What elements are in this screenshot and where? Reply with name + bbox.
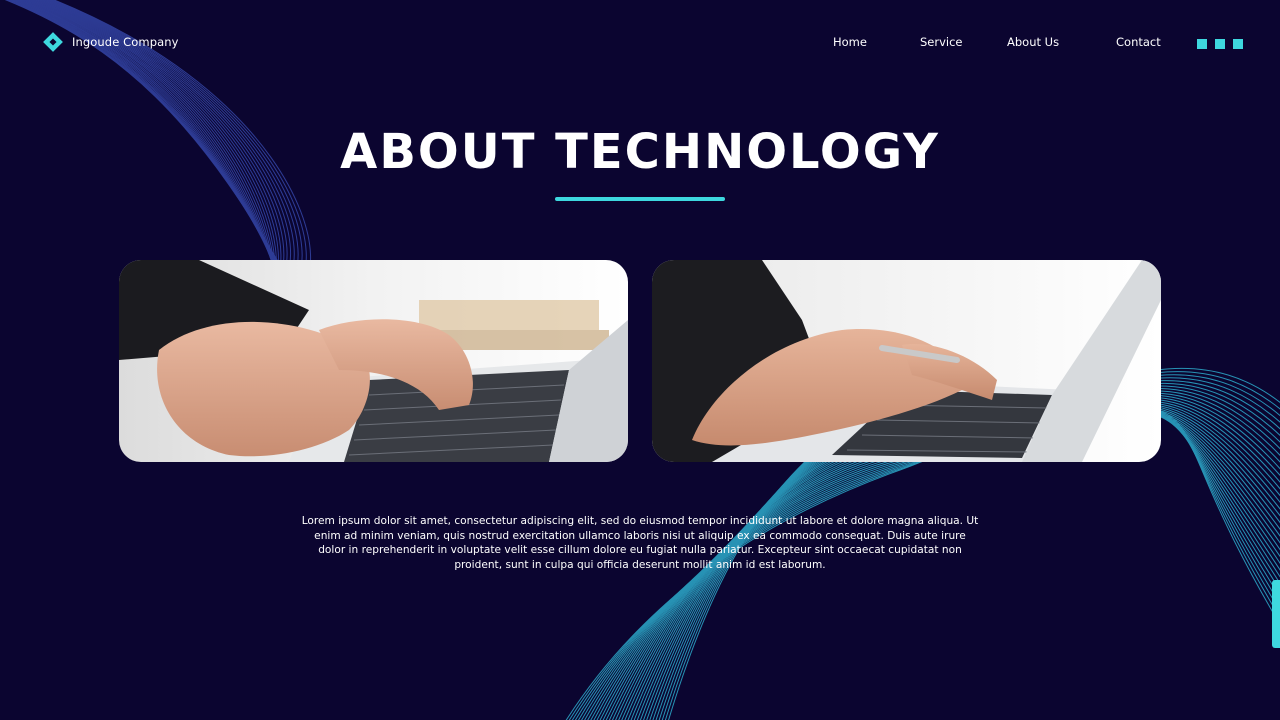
- dot: [1215, 39, 1225, 49]
- brand-name: Ingoude Company: [72, 35, 179, 49]
- dot: [1233, 39, 1243, 49]
- about-description: Lorem ipsum dolor sit amet, consectetur …: [301, 515, 979, 571]
- diamond-logo-icon: [42, 31, 64, 53]
- page-title: ABOUT TECHNOLOGY: [340, 124, 940, 180]
- laptop-typing-photo: [119, 260, 628, 462]
- title-underline: [555, 197, 725, 201]
- top-header: Ingoude Company Home Service About Us Co…: [0, 0, 1280, 86]
- dot: [1197, 39, 1207, 49]
- laptop-pen-photo: [652, 260, 1161, 462]
- menu-dots-icon[interactable]: [1197, 39, 1243, 49]
- nav-service[interactable]: Service: [920, 35, 963, 49]
- nav-home[interactable]: Home: [833, 35, 867, 49]
- side-scroll-tab[interactable]: [1272, 580, 1280, 648]
- nav-contact[interactable]: Contact: [1116, 35, 1161, 49]
- nav-about-us[interactable]: About Us: [1007, 35, 1059, 49]
- brand-logo[interactable]: Ingoude Company: [42, 31, 179, 53]
